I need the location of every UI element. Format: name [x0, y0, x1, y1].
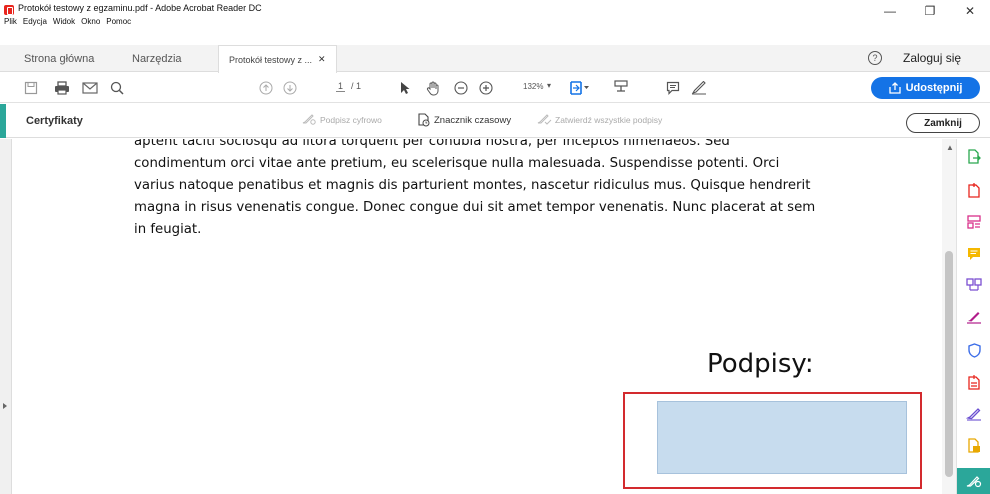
timestamp-action[interactable]: Znacznik czasowy	[417, 113, 511, 127]
close-certificates-button[interactable]: Zamknij	[906, 113, 980, 133]
certificates-bar: Certyfikaty Podpisz cyfrowo Znacznik cza…	[0, 104, 990, 138]
toolbar: 1 / 1 132% ▾	[0, 73, 990, 103]
organize-pages-icon[interactable]	[964, 213, 984, 231]
sign-digitally-action[interactable]: Podpisz cyfrowo	[302, 114, 382, 125]
search-icon[interactable]	[108, 73, 126, 103]
fit-page-icon[interactable]	[568, 73, 592, 103]
zoom-level[interactable]: 132%	[523, 82, 543, 91]
document-line: magna in risus venenatis congue. Donec c…	[134, 200, 816, 215]
scroll-up-icon[interactable]: ▲	[946, 143, 954, 152]
document-view[interactable]: aptent taciti sociosqu ad litora torquen…	[0, 139, 942, 494]
minimize-button[interactable]: —	[870, 0, 910, 22]
validate-signatures-icon	[537, 114, 552, 125]
zoom-out-icon[interactable]	[452, 73, 470, 103]
comment-icon[interactable]	[664, 73, 682, 103]
share-button[interactable]: Udostępnij	[871, 77, 980, 99]
hand-tool-icon[interactable]	[424, 73, 442, 103]
request-signature-icon[interactable]	[964, 405, 984, 423]
save-icon[interactable]	[22, 73, 40, 103]
title-bar: Protokół testowy z egzaminu.pdf - Adobe …	[0, 0, 990, 44]
document-line: condimentum orci vitae ante pretium, eu …	[134, 156, 780, 171]
certificates-label: Certyfikaty	[26, 115, 83, 127]
document-line: in feugiat.	[134, 222, 202, 237]
menu-window[interactable]: Okno	[81, 17, 100, 26]
left-panel-toggle[interactable]	[0, 139, 12, 494]
page-up-icon[interactable]	[258, 73, 274, 103]
signature-highlight-box	[623, 392, 922, 489]
document-line: varius natoque penatibus et magnis dis p…	[134, 178, 811, 193]
stamp-tool-icon[interactable]	[964, 276, 984, 294]
scroll-thumb[interactable]	[945, 251, 953, 477]
restore-button[interactable]: ❐	[910, 0, 950, 22]
protect-shield-icon[interactable]	[964, 341, 984, 359]
tab-tools[interactable]: Narzędzia	[132, 45, 182, 72]
signatures-heading: Podpisy:	[707, 349, 814, 379]
validate-all-label: Zatwierdź wszystkie podpisy	[555, 114, 663, 125]
document-body: aptent taciti sociosqu ad litora torquen…	[134, 139, 834, 241]
tab-home[interactable]: Strona główna	[24, 45, 94, 72]
email-icon[interactable]	[80, 73, 100, 103]
close-window-button[interactable]: ✕	[950, 0, 990, 22]
edit-pdf-icon[interactable]	[964, 373, 984, 391]
select-pointer-icon[interactable]	[398, 73, 412, 103]
sign-digitally-label: Podpisz cyfrowo	[320, 114, 382, 125]
vertical-scrollbar[interactable]: ▲	[942, 139, 956, 494]
stamp-icon[interactable]	[612, 73, 630, 103]
timestamp-label: Znacznik czasowy	[434, 114, 512, 126]
share-button-label: Udostępnij	[905, 82, 963, 94]
print-icon[interactable]	[52, 73, 72, 103]
tab-close-icon[interactable]: ✕	[318, 54, 326, 65]
login-link[interactable]: Zaloguj się	[903, 51, 961, 65]
window-title: Protokół testowy z egzaminu.pdf - Adobe …	[18, 3, 262, 13]
comment-tool-icon[interactable]	[964, 245, 984, 263]
document-line: aptent taciti sociosqu ad litora torquen…	[134, 139, 730, 149]
tab-document[interactable]: Protokół testowy z ... ✕	[218, 45, 337, 73]
acrobat-logo-icon	[4, 5, 14, 15]
menu-file[interactable]: Plik	[4, 17, 17, 26]
share-icon	[888, 82, 901, 94]
page-down-icon[interactable]	[282, 73, 298, 103]
sign-digitally-icon	[302, 114, 316, 125]
fill-sign-icon[interactable]	[964, 308, 984, 326]
help-icon[interactable]: ?	[868, 51, 882, 65]
menu-bar: Plik Edycja Widok Okno Pomoc	[4, 17, 131, 26]
validate-all-action[interactable]: Zatwierdź wszystkie podpisy	[537, 114, 662, 125]
window-controls: — ❐ ✕	[870, 0, 990, 22]
tab-document-label: Protokół testowy z ...	[229, 54, 313, 65]
export-pdf-icon[interactable]	[964, 148, 984, 166]
zoom-in-icon[interactable]	[477, 73, 495, 103]
expand-arrow-icon[interactable]	[3, 403, 7, 409]
certificates-tool-icon[interactable]	[957, 468, 990, 494]
menu-help[interactable]: Pomoc	[106, 17, 131, 26]
menu-edit[interactable]: Edycja	[23, 17, 47, 26]
page-total: / 1	[351, 81, 362, 91]
send-file-icon[interactable]	[964, 437, 984, 455]
certificates-accent	[0, 104, 6, 138]
sign-pen-icon[interactable]	[690, 73, 708, 103]
signature-field[interactable]	[657, 401, 907, 474]
menu-view[interactable]: Widok	[53, 17, 75, 26]
timestamp-icon	[418, 113, 430, 127]
page-number-input[interactable]: 1	[336, 81, 346, 92]
tab-bar: Strona główna Narzędzia Protokół testowy…	[0, 45, 990, 73]
right-tools-panel	[956, 139, 990, 494]
zoom-dropdown-arrow[interactable]: ▾	[547, 81, 551, 90]
create-pdf-icon[interactable]	[964, 181, 984, 199]
